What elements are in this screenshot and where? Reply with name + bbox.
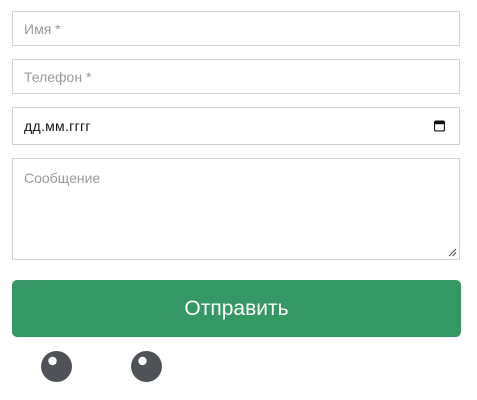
name-placeholder: Имя * [24, 20, 61, 37]
resize-handle-icon[interactable] [448, 248, 457, 257]
submit-button[interactable]: Отправить [12, 280, 461, 337]
calendar-icon[interactable] [434, 120, 445, 132]
name-field[interactable]: Имя * [12, 11, 460, 46]
contact-form: Имя * Телефон * дд.мм.гггг Сообщение Отп… [0, 0, 477, 400]
messenger-icon[interactable] [131, 351, 162, 382]
date-field[interactable]: дд.мм.гггг [12, 107, 460, 145]
phone-placeholder: Телефон * [24, 68, 92, 85]
messenger-icon[interactable] [41, 351, 72, 382]
phone-field[interactable]: Телефон * [12, 59, 460, 94]
message-placeholder: Сообщение [24, 170, 101, 186]
date-value: дд.мм.гггг [24, 118, 91, 134]
message-field[interactable]: Сообщение [12, 158, 460, 260]
